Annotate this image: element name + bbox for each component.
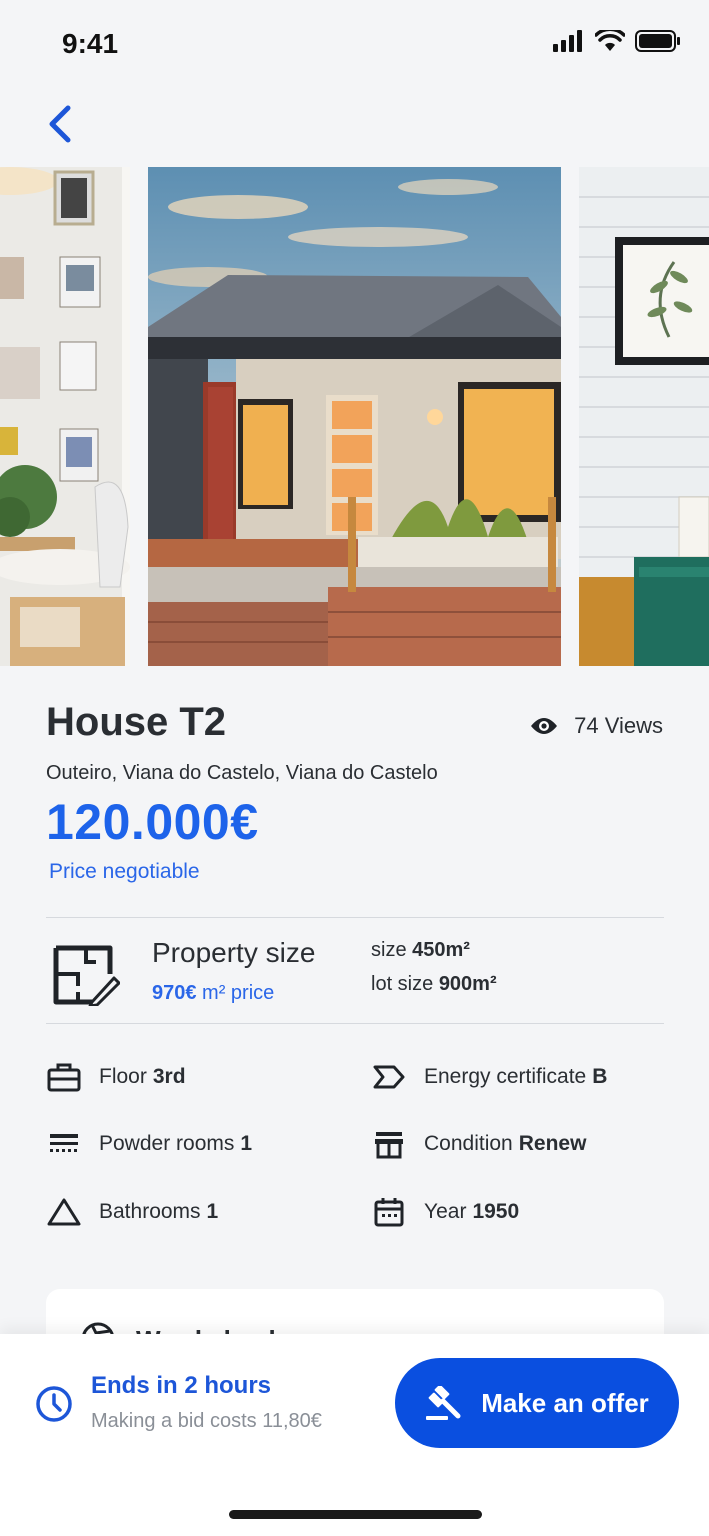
feature-label: Powder rooms xyxy=(99,1132,235,1155)
status-time: 9:41 xyxy=(62,28,119,59)
gavel-icon xyxy=(426,1386,461,1420)
feature-label: Floor xyxy=(99,1065,147,1088)
gallery-photo-interior[interactable] xyxy=(0,167,130,666)
status-icons xyxy=(553,30,681,52)
feature-label: Condition xyxy=(424,1132,513,1155)
lot-size-row: lot size 900m² xyxy=(371,973,497,996)
feature-floor: Floor 3rd xyxy=(47,1060,186,1094)
lot-size-label: lot size xyxy=(371,973,434,995)
property-size-title: Property size xyxy=(152,937,316,968)
battery-icon xyxy=(635,30,680,52)
signal-icon xyxy=(553,30,582,52)
feature-value: Renew xyxy=(518,1132,587,1155)
listing-title: House T2 xyxy=(46,700,227,744)
views-label: 74 Views xyxy=(574,713,663,738)
listing-price: 120.000€ xyxy=(46,794,259,850)
powder-room-icon xyxy=(47,1127,81,1161)
status-bar: 9:41 xyxy=(0,0,709,90)
feature-bathrooms: Bathrooms 1 xyxy=(47,1195,218,1229)
energy-tag-icon xyxy=(372,1060,406,1094)
feature-value: B xyxy=(592,1065,608,1088)
m2-price: 970€ m² price xyxy=(152,982,274,1005)
size-value: 450m² xyxy=(412,939,470,961)
briefcase-icon xyxy=(47,1060,81,1094)
eye-icon xyxy=(531,718,558,734)
gallery-photo-house[interactable] xyxy=(148,167,561,666)
feature-condition: Condition Renew xyxy=(372,1127,586,1161)
home-indicator[interactable] xyxy=(229,1510,482,1519)
make-offer-button[interactable]: Make an offer xyxy=(395,1358,679,1448)
feature-energy-certificate: Energy certificate B xyxy=(372,1060,607,1094)
size-row: size 450m² xyxy=(371,939,470,962)
feature-powder-rooms: Powder rooms 1 xyxy=(47,1127,252,1161)
divider xyxy=(46,917,664,918)
bid-cost-label: Making a bid costs 11,80€ xyxy=(91,1410,322,1432)
views-counter: 74 Views xyxy=(530,713,663,739)
divider xyxy=(46,1023,664,1024)
triangle-icon xyxy=(47,1195,81,1229)
photo-gallery[interactable] xyxy=(0,167,709,666)
auction-ends-label: Ends in 2 hours xyxy=(91,1372,272,1399)
gallery-photo-living-room[interactable] xyxy=(579,167,709,666)
make-offer-label: Make an offer xyxy=(481,1387,649,1418)
wifi-icon xyxy=(595,30,625,51)
clock-icon xyxy=(36,1386,72,1422)
feature-value: 1 xyxy=(240,1132,253,1155)
chevron-left-icon xyxy=(49,105,71,143)
m2-price-value: 970€ xyxy=(152,982,197,1004)
feature-value: 3rd xyxy=(152,1065,186,1088)
feature-label: Year xyxy=(424,1200,467,1223)
feature-label: Energy certificate xyxy=(424,1065,587,1088)
bottom-action-bar: Ends in 2 hours Making a bid costs 11,80… xyxy=(0,1334,709,1536)
back-button[interactable] xyxy=(40,100,80,148)
m2-price-suffix: m² price xyxy=(196,982,275,1004)
lot-size-value: 900m² xyxy=(438,973,497,995)
floorplan-icon xyxy=(53,945,120,1006)
listing-address: Outeiro, Viana do Castelo, Viana do Cast… xyxy=(46,762,438,784)
feature-value: 1950 xyxy=(472,1200,520,1223)
storefront-icon xyxy=(372,1127,406,1161)
feature-year: Year 1950 xyxy=(372,1195,519,1229)
size-label: size xyxy=(371,939,407,961)
feature-label: Bathrooms xyxy=(99,1200,201,1223)
feature-value: 1 xyxy=(206,1200,219,1223)
calendar-icon xyxy=(372,1195,406,1229)
price-negotiable-note: Price negotiable xyxy=(49,860,200,883)
